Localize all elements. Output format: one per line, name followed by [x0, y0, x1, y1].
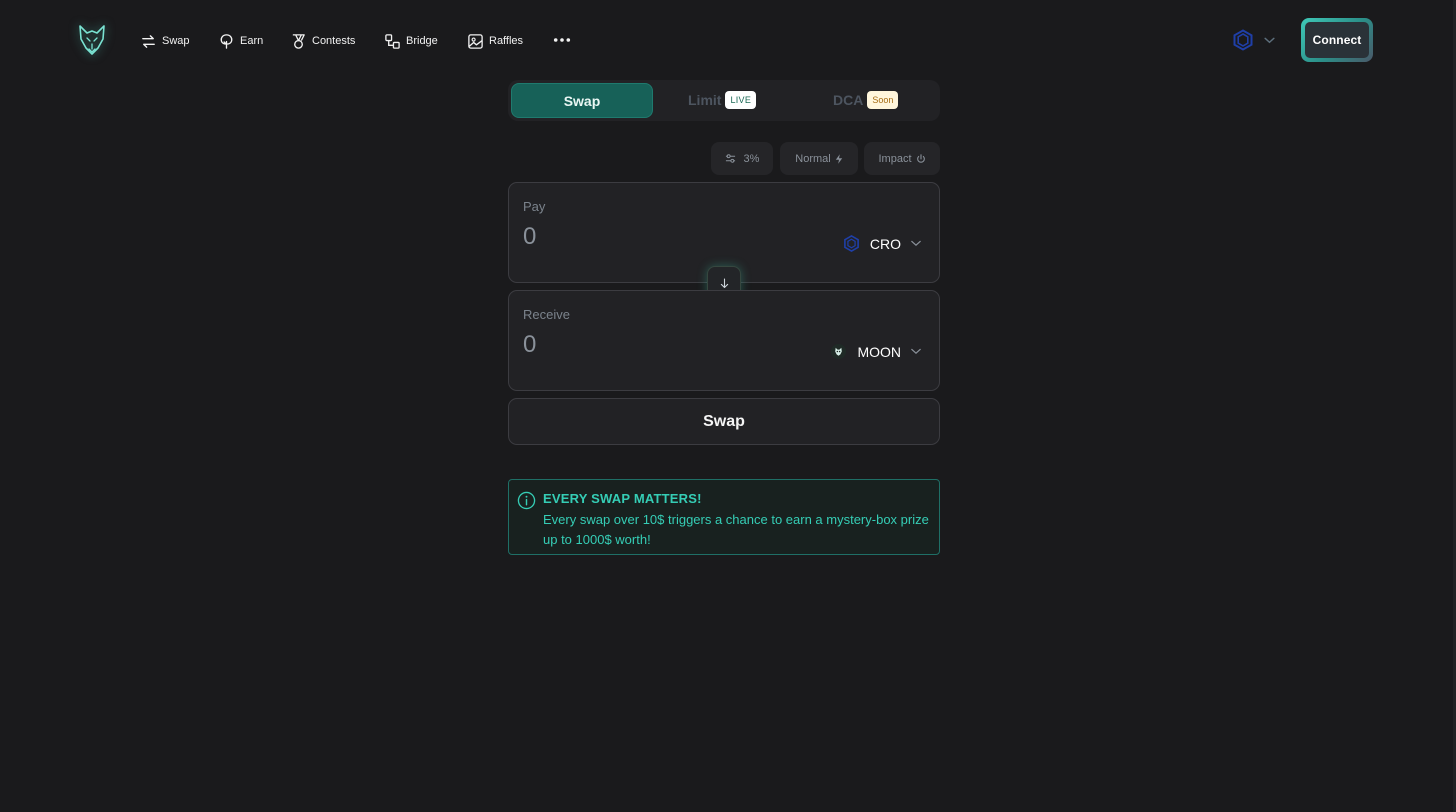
pay-amount-input[interactable] [523, 223, 783, 251]
swap-button[interactable]: Swap [508, 398, 940, 445]
info-icon [517, 491, 536, 510]
speed-button[interactable]: Normal [780, 142, 858, 175]
top-navigation: Swap Earn Contests Bridge Raffles Connec… [0, 0, 1456, 80]
slippage-value: 3% [743, 152, 760, 165]
soon-badge: Soon [867, 91, 899, 109]
tab-limit[interactable]: Limit LIVE [688, 91, 757, 109]
pay-token-name: CRO [869, 235, 901, 252]
arrow-down-icon [720, 277, 728, 288]
cronos-hex-icon [1233, 29, 1253, 51]
lightning-icon [835, 153, 842, 164]
pay-token-selector[interactable]: CRO [843, 235, 921, 252]
tree-icon [220, 33, 233, 49]
power-icon [916, 153, 925, 163]
impact-label: Impact [878, 152, 912, 165]
receive-token-selector[interactable]: MOON [830, 343, 921, 360]
tab-limit-label: Limit [688, 92, 722, 108]
sliders-icon [725, 154, 735, 163]
receive-token-name: MOON [857, 343, 901, 360]
connect-button[interactable]: Connect [1301, 18, 1373, 62]
promo-info-box: EVERY SWAP MATTERS! Every swap over 10$ … [508, 479, 940, 555]
receive-amount-input[interactable] [523, 331, 783, 359]
network-selector[interactable] [1232, 29, 1278, 51]
moon-token-icon [831, 343, 847, 360]
speed-label: Normal [795, 152, 831, 165]
slippage-button[interactable]: 3% [711, 142, 773, 175]
nav-contests[interactable]: Contests [290, 31, 355, 51]
nav-raffles-label: Raffles [489, 35, 524, 47]
pay-label: Pay [523, 199, 546, 214]
nav-swap[interactable]: Swap [140, 31, 190, 51]
swap-arrows-icon [142, 34, 155, 48]
bridge-nodes-icon [385, 33, 400, 49]
nav-earn[interactable]: Earn [218, 31, 263, 51]
chevron-down-icon [1264, 37, 1275, 43]
promo-title: EVERY SWAP MATTERS! [543, 491, 702, 506]
tab-dca[interactable]: DCA Soon [833, 91, 899, 109]
nav-raffles[interactable]: Raffles [467, 31, 523, 51]
cronos-hex-icon [843, 235, 859, 252]
nav-bridge-label: Bridge [406, 35, 438, 47]
wolf-logo-icon[interactable] [78, 24, 106, 56]
tab-swap[interactable]: Swap [511, 83, 653, 118]
medal-icon [292, 33, 305, 49]
swap-mode-tabs: Swap Limit LIVE DCA Soon [508, 80, 940, 121]
nav-bridge[interactable]: Bridge [384, 31, 438, 51]
tab-dca-label: DCA [833, 92, 864, 108]
promo-text: Every swap over 10$ triggers a chance to… [543, 512, 929, 547]
impact-button[interactable]: Impact [864, 142, 940, 175]
gallery-icon [468, 33, 483, 49]
receive-label: Receive [523, 307, 570, 322]
live-badge: LIVE [725, 91, 757, 109]
connect-button-label: Connect [1305, 22, 1369, 58]
more-dots-icon[interactable] [552, 30, 572, 50]
nav-earn-label: Earn [240, 35, 264, 47]
nav-contests-label: Contests [312, 35, 356, 47]
nav-swap-label: Swap [162, 35, 190, 47]
chevron-down-icon [911, 348, 921, 355]
chevron-down-icon [911, 240, 921, 247]
receive-panel: Receive MOON [508, 290, 940, 391]
